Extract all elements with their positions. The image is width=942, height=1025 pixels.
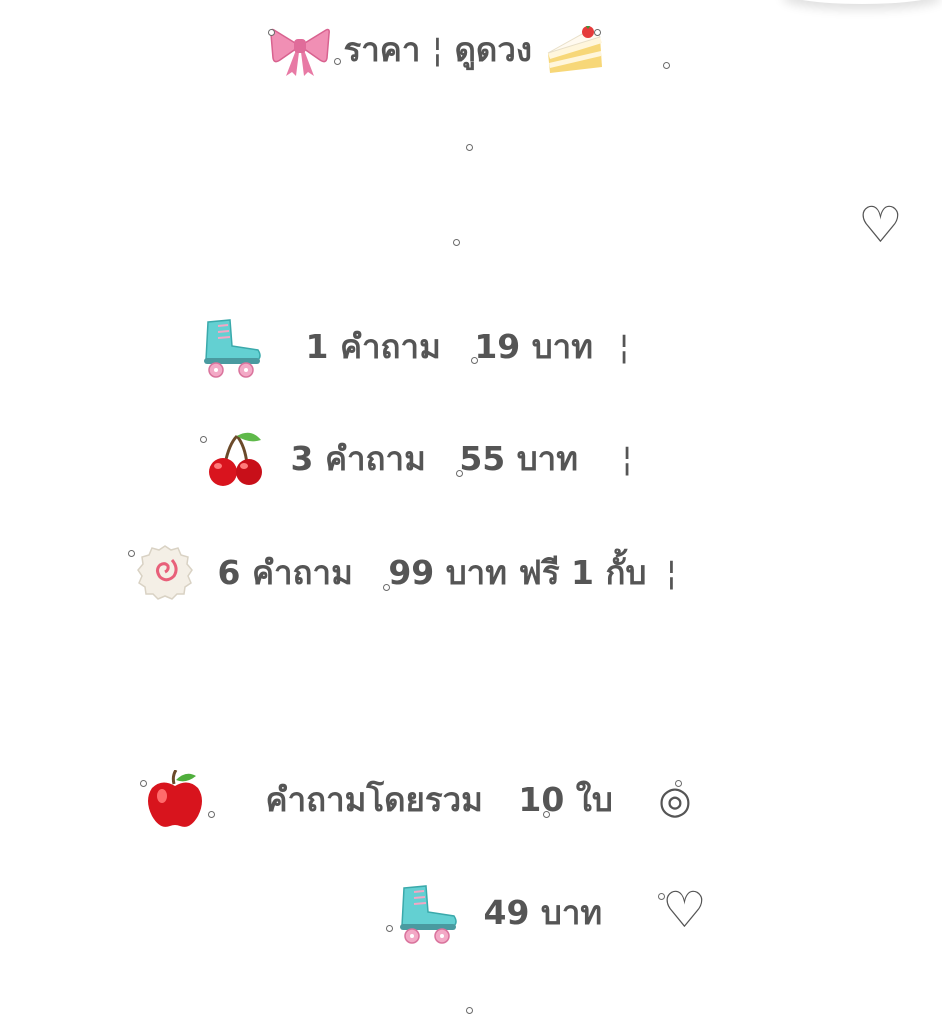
sparkle-dot: [543, 811, 550, 818]
heart-icon: ♡: [858, 196, 903, 254]
sparkle-dot: [140, 780, 147, 787]
price-1-amount: 19 บาท: [474, 327, 593, 366]
fish-cake-icon: [137, 545, 193, 600]
heart-icon: ♡: [662, 881, 707, 939]
sparkle-dot: [200, 436, 207, 443]
roller-skate-icon: [204, 319, 261, 378]
sparkle-dot: [383, 584, 390, 591]
sparkle-dot: [386, 925, 393, 932]
sparkle-dot: [675, 780, 682, 787]
price-3-qty: 6 คำถาม: [217, 553, 353, 592]
price-3-amount: 99 บาท ฟรี 1 กั้บ: [388, 553, 647, 592]
title-line: ราคา ¦ ดูดวง: [268, 22, 606, 78]
sparkle-dot: [466, 144, 473, 151]
overall-row: คำถามโดยรวม 10 ใบ ◎: [146, 770, 692, 830]
overall-price: 49 บาท: [483, 893, 603, 932]
price-row-3: 6 คำถาม 99 บาท ฟรี 1 กั้บ ¦: [136, 544, 677, 602]
sparkle-dot: [456, 470, 463, 477]
title-separator: ¦: [431, 30, 443, 69]
price-2-qty: 3 คำถาม: [290, 439, 426, 478]
price-2-mark: ¦: [621, 439, 633, 478]
title-right: ดูดวง: [454, 30, 533, 69]
sparkle-dot: [128, 550, 135, 557]
price-3-mark: ¦: [665, 553, 678, 592]
roller-skate-icon: [400, 885, 457, 944]
overall-price-row: 49 บาท: [396, 882, 602, 944]
overall-label: คำถามโดยรวม: [265, 780, 483, 819]
price-row-1: 1 คำถาม 19 บาท ¦: [200, 316, 630, 378]
sparkle-dot: [453, 239, 460, 246]
price-1-qty: 1 คำถาม: [305, 327, 441, 366]
apple-icon: [148, 770, 202, 827]
title-left: ราคา: [343, 30, 421, 69]
cherry-icon: [209, 432, 262, 486]
overall-cards: 10 ใบ: [518, 780, 613, 819]
sparkle-dot: [466, 1007, 473, 1014]
sparkle-dot: [208, 811, 215, 818]
price-row-2: 3 คำถาม 55 บาท ¦: [203, 430, 633, 488]
top-shadow: [782, 0, 942, 4]
price-2-amount: 55 บาท: [459, 439, 578, 478]
sparkle-dot: [334, 58, 341, 65]
sparkle-dot: [663, 62, 670, 69]
sparkle-dot: [594, 29, 601, 36]
ribbon-icon: [270, 28, 330, 76]
sparkle-dot: [268, 29, 275, 36]
price-1-mark: ¦: [618, 327, 630, 366]
sparkle-dot: [471, 357, 478, 364]
